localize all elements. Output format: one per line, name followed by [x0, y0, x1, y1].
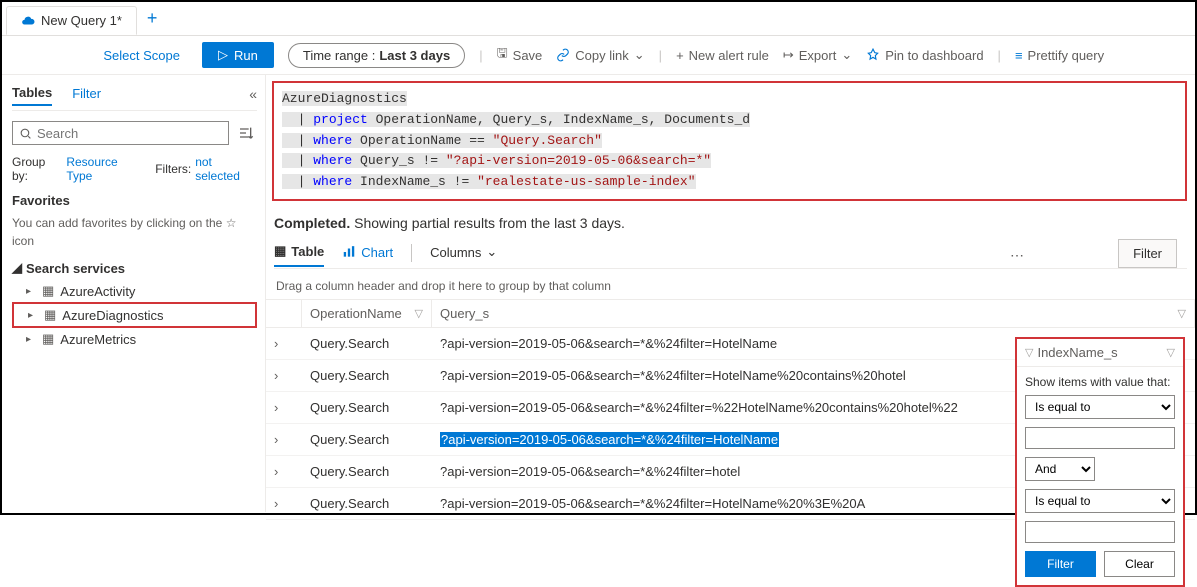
- add-tab-button[interactable]: +: [137, 2, 168, 35]
- results-tab-chart[interactable]: Chart: [342, 241, 393, 266]
- cell-operationname: Query.Search: [302, 332, 432, 355]
- cell-operationname: Query.Search: [302, 428, 432, 451]
- sidebar: Tables Filter « Group by: Resource Type …: [2, 75, 266, 512]
- copy-link-button[interactable]: Copy link ⌄: [556, 47, 644, 63]
- results-tab-table[interactable]: ▦ Table: [274, 239, 324, 267]
- expand-icon: ▸: [26, 286, 36, 297]
- expand-row-icon[interactable]: ›: [266, 492, 302, 515]
- collapse-sidebar-icon[interactable]: «: [249, 86, 257, 102]
- filter-icon[interactable]: ▽: [415, 307, 423, 320]
- filter-clear-button[interactable]: Clear: [1104, 551, 1175, 577]
- expand-row-icon[interactable]: ›: [266, 428, 302, 451]
- filter-toggle[interactable]: Filter: [1118, 239, 1177, 268]
- chevron-down-icon: ⌄: [634, 47, 645, 63]
- filter-icon[interactable]: ▽: [1178, 307, 1186, 320]
- search-input[interactable]: [37, 126, 222, 141]
- filter-icon: ▽: [1025, 346, 1033, 359]
- search-input-wrapper: [12, 121, 229, 145]
- status-bold: Completed.: [274, 215, 350, 231]
- pin-button[interactable]: Pin to dashboard: [866, 48, 983, 63]
- run-button[interactable]: ▷ Run: [202, 42, 274, 68]
- tab-title: New Query 1*: [41, 13, 122, 28]
- group-drop-hint: Drag a column header and drop it here to…: [266, 273, 1195, 300]
- filter-op2-select[interactable]: Is equal to: [1025, 489, 1175, 513]
- filter-value1-input[interactable]: [1025, 427, 1175, 449]
- chevron-down-icon: ⌄: [841, 47, 852, 63]
- table-icon: ▦: [44, 307, 56, 323]
- section-search-services[interactable]: ◢ Search services: [12, 260, 257, 276]
- format-icon: ≡: [1015, 48, 1023, 63]
- group-by-label: Group by:: [12, 155, 62, 183]
- filter-op1-select[interactable]: Is equal to: [1025, 395, 1175, 419]
- column-header-operationname[interactable]: OperationName ▽: [302, 300, 432, 327]
- chevron-down-icon: ⌄: [486, 244, 497, 260]
- collapse-icon: ◢: [12, 260, 22, 276]
- play-icon: ▷: [218, 47, 228, 63]
- new-alert-button[interactable]: + New alert rule: [676, 48, 769, 63]
- cell-operationname: Query.Search: [302, 460, 432, 483]
- cell-operationname: Query.Search: [302, 396, 432, 419]
- expand-icon: ▸: [28, 310, 38, 321]
- save-button[interactable]: 🖫 Save: [497, 44, 543, 66]
- table-icon: ▦: [42, 331, 54, 347]
- chart-icon: [342, 245, 356, 259]
- grid-header: OperationName ▽ Query_s ▽: [266, 300, 1195, 328]
- table-icon: ▦: [274, 243, 286, 259]
- cell-operationname: Query.Search: [302, 364, 432, 387]
- toolbar: Select Scope ▷ Run Time range : Last 3 d…: [2, 36, 1195, 75]
- export-icon: ↦: [783, 47, 794, 63]
- column-header-query[interactable]: Query_s ▽: [432, 300, 1195, 327]
- expand-row-icon[interactable]: ›: [266, 364, 302, 387]
- plus-icon: +: [676, 48, 684, 63]
- filter-value2-input[interactable]: [1025, 521, 1175, 543]
- column-filter-popup: ▽ IndexName_s ▽ Show items with value th…: [1015, 337, 1185, 587]
- save-icon: 🖫: [497, 44, 508, 66]
- query-editor[interactable]: AzureDiagnostics | project OperationName…: [272, 81, 1187, 201]
- prettify-button[interactable]: ≡ Prettify query: [1015, 48, 1104, 63]
- pin-icon: [866, 48, 880, 62]
- tab-filter[interactable]: Filter: [72, 82, 101, 105]
- favorites-heading: Favorites: [12, 193, 257, 208]
- export-button[interactable]: ↦ Export ⌄: [783, 47, 852, 63]
- link-icon: [556, 48, 570, 62]
- expand-row-icon[interactable]: ›: [266, 460, 302, 483]
- expand-row-icon[interactable]: ›: [266, 396, 302, 419]
- filters-label: Filters:: [155, 162, 191, 176]
- more-menu-icon[interactable]: ⋯: [1010, 247, 1025, 264]
- popup-col-indexname[interactable]: ▽ IndexName_s ▽: [1017, 339, 1183, 366]
- table-icon: ▦: [42, 283, 54, 299]
- columns-dropdown[interactable]: Columns ⌄: [430, 240, 497, 266]
- search-icon: [19, 127, 32, 140]
- cell-operationname: Query.Search: [302, 492, 432, 515]
- tree-item-azuremetrics[interactable]: ▸ ▦ AzureMetrics: [12, 328, 257, 350]
- filter-apply-button[interactable]: Filter: [1025, 551, 1096, 577]
- filter-join-select[interactable]: And: [1025, 457, 1095, 481]
- expand-icon: ▸: [26, 334, 36, 345]
- tab-tables[interactable]: Tables: [12, 81, 52, 106]
- tree-item-azureactivity[interactable]: ▸ ▦ AzureActivity: [12, 280, 257, 302]
- select-scope-button[interactable]: Select Scope: [95, 44, 188, 67]
- query-tab[interactable]: New Query 1*: [6, 6, 137, 35]
- time-range-pill[interactable]: Time range : Last 3 days: [288, 43, 465, 68]
- filter-popup-label: Show items with value that:: [1025, 375, 1175, 389]
- filter-icon[interactable]: ▽: [1167, 346, 1175, 359]
- favorites-hint: You can add favorites by clicking on the…: [12, 214, 257, 250]
- tree-item-azurediagnostics[interactable]: ▸ ▦ AzureDiagnostics: [12, 302, 257, 328]
- azure-cloud-icon: [21, 14, 35, 28]
- tab-bar: New Query 1* +: [2, 2, 1195, 36]
- results-header: Completed. Showing partial results from …: [266, 207, 1195, 273]
- filters-value[interactable]: not selected: [195, 155, 257, 183]
- status-text: Showing partial results from the last 3 …: [350, 215, 625, 231]
- group-by-value[interactable]: Resource Type: [66, 155, 143, 183]
- expand-row-icon[interactable]: ›: [266, 332, 302, 355]
- sort-icon[interactable]: [235, 121, 257, 145]
